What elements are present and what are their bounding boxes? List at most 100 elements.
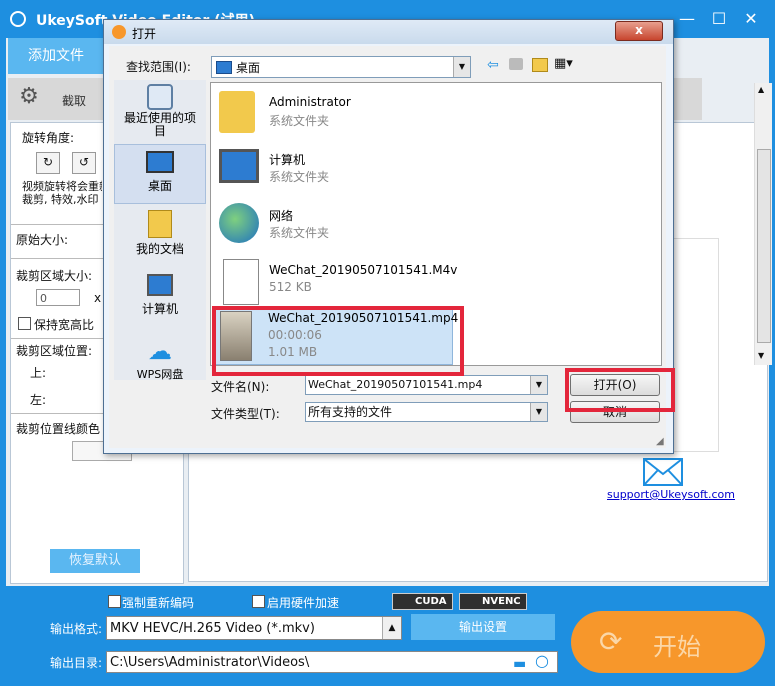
output-dir-value: C:\Users\Administrator\Videos\ bbox=[110, 655, 310, 670]
file-detail: 512 KB bbox=[269, 280, 312, 294]
computer-icon bbox=[147, 274, 173, 296]
place-documents[interactable]: 我的文档 bbox=[114, 208, 206, 266]
file-detail: 系统文件夹 bbox=[269, 226, 330, 240]
output-format-label: 输出格式: bbox=[50, 622, 103, 636]
keep-ratio-label: 保持宽高比 bbox=[34, 318, 95, 332]
output-dir-label: 输出目录: bbox=[50, 656, 103, 670]
rotate-ccw-icon[interactable]: ↺ bbox=[72, 152, 96, 174]
dialog-title: 打开 bbox=[132, 27, 157, 41]
add-file-tab[interactable]: 添加文件 bbox=[8, 38, 104, 74]
keep-ratio-checkbox[interactable] bbox=[18, 317, 31, 330]
hw-accel-checkbox[interactable] bbox=[252, 595, 265, 608]
dropdown-arrow-icon[interactable]: ▲ bbox=[382, 617, 401, 639]
filename-label: 文件名(N): bbox=[211, 380, 270, 394]
scroll-down-icon[interactable]: ▼ bbox=[758, 351, 764, 360]
look-in-select[interactable]: 桌面 ▼ bbox=[211, 56, 471, 78]
desktop-icon bbox=[146, 151, 174, 173]
dropdown-arrow-icon[interactable]: ▼ bbox=[530, 376, 547, 394]
support-email-link[interactable]: support@Ukeysoft.com bbox=[607, 488, 735, 501]
cuda-badge: CUDA bbox=[392, 593, 453, 610]
divider bbox=[11, 338, 103, 339]
place-label: 计算机 bbox=[141, 302, 178, 316]
restore-defaults-button[interactable]: 恢复默认 bbox=[50, 549, 140, 573]
crop-tab[interactable]: 截取 bbox=[62, 92, 86, 109]
rotate-note: 视频旋转将会重新编码 裁剪, 特效,水印 bbox=[22, 180, 102, 206]
orig-size-label: 原始大小: bbox=[16, 233, 69, 247]
filename-input[interactable]: WeChat_20190507101541.mp4 ▼ bbox=[305, 375, 548, 395]
file-name: 计算机 bbox=[269, 153, 306, 167]
scroll-thumb[interactable] bbox=[757, 149, 771, 343]
place-label: 桌面 bbox=[147, 179, 172, 193]
top-label: 上: bbox=[30, 366, 47, 380]
filename-value: WeChat_20190507101541.mp4 bbox=[308, 378, 483, 391]
look-in-label: 查找范围(I): bbox=[126, 60, 191, 74]
list-item[interactable]: 网络 系统文件夹 bbox=[215, 199, 451, 253]
filetype-select[interactable]: 所有支持的文件 ▼ bbox=[305, 402, 548, 422]
user-folder-icon bbox=[219, 91, 255, 133]
mail-icon[interactable] bbox=[643, 458, 683, 486]
search-icon[interactable]: ○ bbox=[535, 651, 549, 671]
up-folder-icon[interactable] bbox=[509, 58, 523, 70]
output-dir-input[interactable]: C:\Users\Administrator\Videos\ ▬ ○ bbox=[106, 651, 558, 673]
output-format-select[interactable]: MKV HEVC/H.265 Video (*.mkv) ▲ bbox=[106, 616, 402, 640]
file-name: Administrator bbox=[269, 95, 351, 109]
dialog-close-button[interactable]: x bbox=[615, 21, 663, 41]
folder-icon[interactable]: ▬ bbox=[513, 654, 526, 674]
file-list-scrollbar[interactable]: ▲ ▼ bbox=[754, 83, 772, 365]
place-wps-cloud[interactable]: ☁ WPS网盘 bbox=[114, 336, 206, 394]
output-format-value: MKV HEVC/H.265 Video (*.mkv) bbox=[110, 621, 315, 636]
crop-width-input[interactable]: 0 bbox=[36, 289, 80, 306]
divider bbox=[11, 413, 103, 414]
place-label: 我的文档 bbox=[135, 242, 184, 256]
start-button[interactable]: ⟳ 开始 bbox=[571, 611, 765, 673]
minimize-icon[interactable]: — bbox=[672, 8, 702, 30]
list-item[interactable]: 计算机 系统文件夹 bbox=[215, 143, 451, 197]
place-label: 最近使用的项目 bbox=[123, 111, 196, 138]
recent-icon bbox=[147, 84, 173, 110]
list-item[interactable]: Administrator 系统文件夹 bbox=[215, 85, 451, 139]
list-item[interactable]: WeChat_20190507101541.M4v 512 KB bbox=[215, 255, 457, 309]
dialog-titlebar bbox=[104, 20, 673, 44]
hw-accel-label: 启用硬件加速 bbox=[267, 596, 340, 610]
video-file-icon bbox=[223, 259, 259, 305]
force-reencode-label: 强制重新编码 bbox=[122, 596, 195, 610]
filetype-value: 所有支持的文件 bbox=[308, 405, 393, 419]
dropdown-arrow-icon[interactable]: ▼ bbox=[453, 57, 470, 77]
place-computer[interactable]: 计算机 bbox=[114, 272, 206, 330]
cloud-icon: ☁ bbox=[148, 337, 172, 365]
resize-grip-icon[interactable]: ◢ bbox=[656, 436, 664, 447]
place-recent[interactable]: 最近使用的项目 bbox=[114, 84, 206, 144]
look-in-value: 桌面 bbox=[236, 61, 261, 75]
scroll-up-icon[interactable]: ▲ bbox=[758, 85, 764, 94]
view-menu-icon[interactable]: ▦▾ bbox=[554, 56, 573, 71]
force-reencode-checkbox[interactable] bbox=[108, 595, 121, 608]
divider bbox=[11, 258, 103, 259]
desktop-small-icon bbox=[216, 61, 232, 74]
crop-size-label: 裁剪区域大小: bbox=[16, 269, 93, 283]
start-label: 开始 bbox=[653, 633, 701, 661]
crop-tool-icon[interactable]: ⚙ bbox=[14, 84, 44, 112]
place-label: WPS网盘 bbox=[136, 368, 184, 381]
rotate-cw-icon[interactable]: ↻ bbox=[36, 152, 60, 174]
maximize-icon[interactable]: ☐ bbox=[704, 8, 734, 30]
network-icon bbox=[219, 203, 259, 243]
crop-pos-label: 裁剪区域位置: bbox=[16, 344, 93, 358]
new-folder-icon[interactable] bbox=[532, 58, 548, 72]
nvenc-badge: NVENC bbox=[459, 593, 527, 610]
open-button-highlight bbox=[565, 368, 675, 412]
rotate-label: 旋转角度: bbox=[22, 131, 75, 145]
close-icon[interactable]: ✕ bbox=[736, 8, 766, 30]
file-name: WeChat_20190507101541.M4v bbox=[269, 263, 458, 277]
filetype-label: 文件类型(T): bbox=[211, 407, 280, 421]
dropdown-arrow-icon[interactable]: ▼ bbox=[530, 403, 547, 421]
back-icon[interactable]: ⇦ bbox=[487, 57, 499, 73]
left-label: 左: bbox=[30, 393, 47, 407]
app-logo-icon bbox=[10, 11, 26, 27]
refresh-icon: ⟳ bbox=[599, 625, 623, 658]
documents-icon bbox=[148, 210, 172, 238]
computer-icon bbox=[219, 149, 259, 183]
file-detail: 系统文件夹 bbox=[269, 114, 330, 128]
selected-file-highlight bbox=[212, 306, 464, 376]
place-desktop[interactable]: 桌面 bbox=[114, 144, 206, 204]
output-settings-button[interactable]: 输出设置 bbox=[411, 614, 555, 640]
